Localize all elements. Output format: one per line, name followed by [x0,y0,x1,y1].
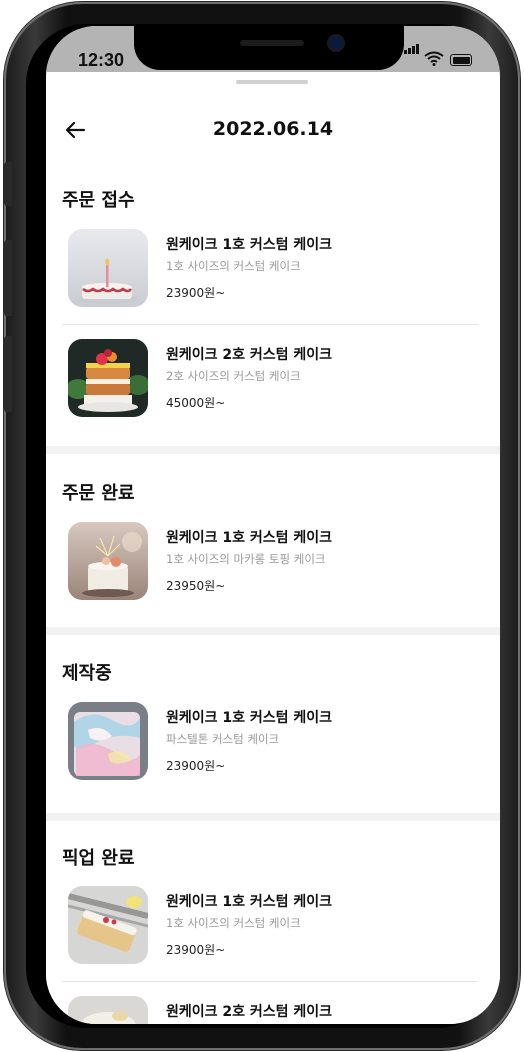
item-price: 23900원~ [166,759,226,773]
status-bar: 12:30 [46,26,500,72]
item-description: 1호 사이즈의 커스텀 케이크 [166,259,301,273]
item-description: 1호 사이즈의 커스텀 케이크 [166,916,301,930]
item-divider [62,324,478,325]
item-name: 원케이크 1호 커스텀 케이크 [166,237,333,253]
item-name: 원케이크 1호 커스텀 케이크 [166,894,333,910]
cake-thumbnail [68,229,148,307]
section-heading-picked-up: 픽업 완료 [62,848,135,869]
item-description: 1호 사이즈의 마카롱 토핑 케이크 [166,552,326,566]
cake-thumbnail [68,339,148,417]
section-heading-completed: 주문 완료 [62,483,135,504]
order-sheet: 2022.06.14 주문 접수 원케이크 1호 커스텀 케이크 1호 사이즈의… [46,72,500,1024]
section-separator [46,627,500,635]
item-name: 원케이크 2호 커스텀 케이크 [166,1004,333,1020]
order-item[interactable]: 원케이크 1호 커스텀 케이크 1호 사이즈의 커스텀 케이크 23900원~ [68,886,478,966]
item-name: 원케이크 2호 커스텀 케이크 [166,347,333,363]
cake-thumbnail [68,522,148,600]
item-name: 원케이크 1호 커스텀 케이크 [166,710,333,726]
speaker-grille [240,40,304,46]
section-heading-received: 주문 접수 [62,190,135,211]
mute-switch [4,162,12,206]
sheet-drag-handle[interactable] [236,80,308,84]
volume-down-button [4,336,12,412]
item-price: 23900원~ [166,286,226,300]
item-description: 파스텔톤 커스텀 케이크 [166,732,280,746]
cake-thumbnail [68,996,148,1024]
item-divider [62,981,478,982]
volume-up-button [4,240,12,316]
status-time: 12:30 [78,50,125,70]
wifi-icon [424,51,444,66]
order-item[interactable]: 원케이크 1호 커스텀 케이크 1호 사이즈의 마카롱 토핑 케이크 23950… [68,522,478,602]
order-item[interactable]: 원케이크 2호 커스텀 케이크 2호 사이즈의 커스텀 케이크 45000원~ [68,339,478,419]
screen: 12:30 2022.06.14 주문 접수 원케이크 1호 커스텀 케이크 1… [46,26,500,1024]
front-camera [329,36,343,50]
section-separator [46,813,500,821]
page-title: 2022.06.14 [212,118,334,140]
item-price: 45000원~ [166,396,226,410]
item-name: 원케이크 1호 커스텀 케이크 [166,530,333,546]
cake-thumbnail [68,702,148,780]
item-description: 2호 사이즈의 커스텀 케이크 [166,369,301,383]
item-price: 23900원~ [166,943,226,957]
cake-thumbnail [68,886,148,964]
order-item[interactable]: 원케이크 1호 커스텀 케이크 파스텔톤 커스텀 케이크 23900원~ [68,702,478,782]
order-item[interactable]: 원케이크 1호 커스텀 케이크 1호 사이즈의 커스텀 케이크 23900원~ [68,229,478,309]
section-heading-in-production: 제작중 [62,663,112,684]
section-separator [46,446,500,454]
notch [134,26,404,70]
item-price: 23950원~ [166,579,226,593]
order-item[interactable]: 원케이크 2호 커스텀 케이크 [68,996,478,1024]
battery-icon [450,54,472,66]
